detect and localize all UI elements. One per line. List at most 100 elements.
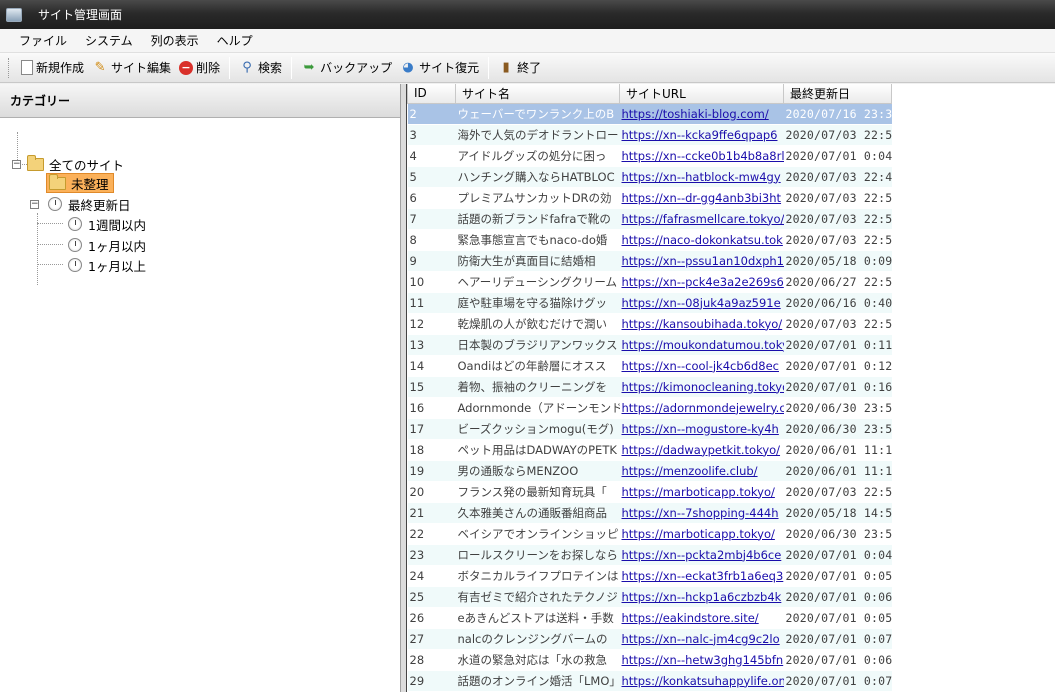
table-row[interactable]: 17 ビーズクッションmogu(モグ) https://xn--mogustore-… [407,418,892,440]
site-url-link[interactable]: https://xn--eckat3frb1a6eq3 [622,569,784,583]
site-url-link[interactable]: https://konkatsuhappylife.onl [622,674,784,688]
search-button[interactable]: ⚲ 検索 [235,57,286,79]
new-button[interactable]: 新規作成 [17,57,88,79]
site-url-link[interactable]: https://xn--pck4e3a2e269s6 [622,275,784,289]
site-url-link[interactable]: https://marboticapp.tokyo/ [622,527,775,541]
table-row[interactable]: 14 Oandiはどの年齢層にオスス https://xn--cool-jk4cb6… [407,355,892,377]
menu-system[interactable]: システム [76,32,142,49]
cell-id: 17 [407,418,456,440]
toolbar-grip[interactable] [8,57,11,78]
table-row[interactable]: 13 日本製のブラジリアンワックス https://moukondatumou.to… [407,334,892,356]
site-url-link[interactable]: https://xn--hetw3ghg145bfn [622,653,784,667]
column-header-site-url[interactable]: サイトURL [619,84,784,104]
table-row[interactable]: 28 水道の緊急対応は「水の救急 https://xn--hetw3ghg145bf… [407,649,892,671]
site-url-link[interactable]: https://marboticapp.tokyo/ [622,485,775,499]
tree-node-within-week[interactable]: 1週間以内 [68,214,146,234]
site-url-link[interactable]: https://menzoolife.club/ [622,464,758,478]
column-header-id[interactable]: ID [407,84,456,104]
exit-button[interactable]: ▮ 終了 [494,57,545,79]
tree-node-last-updated[interactable]: − 最終更新日 [30,194,131,214]
collapse-toggle[interactable]: − [30,199,39,209]
site-url-link[interactable]: https://xn--dr-gg4anb3bi3ht [622,191,782,205]
tree-node-all-sites[interactable]: − 全てのサイト [12,154,124,174]
table-row[interactable]: 4 アイドルグッズの処分に困っ https://xn--ccke0b1b4b8a8r… [407,145,892,167]
table-row[interactable]: 6 プレミアムサンカットDRの効 https://xn--dr-gg4anb3bi3… [407,187,892,209]
menu-help[interactable]: ヘルプ [208,32,262,49]
menu-columns[interactable]: 列の表示 [142,32,208,49]
search-button-label: 検索 [258,61,283,75]
site-url-link[interactable]: https://kimonocleaning.tokyo/ [622,380,784,394]
menu-file[interactable]: ファイル [10,32,76,49]
site-url-link[interactable]: https://xn--ccke0b1b4b8a8rl [622,149,784,163]
table-row[interactable]: 5 ハンチング購入ならHATBLOC https://xn--hatblock-mw… [407,166,892,188]
column-header-last-updated[interactable]: 最終更新日 [783,84,892,104]
site-url-link[interactable]: https://fafrasmellcare.tokyo/ [622,212,784,226]
cell-site-name: 緊急事態宣言でもnaco-do婚 [455,229,620,251]
site-url-link[interactable]: https://xn--7shopping-444h [622,506,779,520]
table-row[interactable]: 11 庭や駐車場を守る猫除けグッ https://xn--08juk4a9az591… [407,292,892,314]
cell-site-name: プレミアムサンカットDRの効 [455,187,620,209]
cell-last-updated: 2020/07/03 22:53 [783,208,892,230]
column-header-site-name[interactable]: サイト名 [455,84,620,104]
restore-site-button[interactable]: ◕ サイト復元 [396,57,483,79]
cell-last-updated: 2020/07/01 0:06 [783,649,892,671]
tree-connector [37,264,63,265]
table-row[interactable]: 10 ヘアーリデューシングクリーム https://xn--pck4e3a2e269… [407,271,892,293]
site-url-link[interactable]: https://xn--nalc-jm4cg9c2lo [622,632,780,646]
backup-button[interactable]: ➥ バックアップ [297,57,396,79]
site-url-link[interactable]: https://moukondatumou.toky [622,338,784,352]
table-row[interactable]: 29 話題のオンライン婚活「LMO」 https://konkatsuhappyli… [407,670,892,692]
cell-id: 18 [407,439,456,461]
clock-icon [68,238,82,252]
site-url-link[interactable]: https://xn--hckp1a6czbzb4k [622,590,782,604]
site-url-link[interactable]: https://xn--mogustore-ky4h [622,422,779,436]
cell-id: 19 [407,460,456,482]
cell-id: 15 [407,376,456,398]
delete-button[interactable]: − 削除 [175,57,224,79]
site-url-link[interactable]: https://xn--pssu1an10dxph1 [622,254,784,268]
table-row[interactable]: 19 男の通販ならMENZOO https://menzoolife.club/20… [407,460,892,482]
tree-node-unsorted[interactable]: 未整理 [46,173,114,193]
table-row[interactable]: 22 ベイシアでオンラインショッピ https://marboticapp.toky… [407,523,892,545]
table-row[interactable]: 20 フランス発の最新知育玩具「 https://marboticapp.tokyo… [407,481,892,503]
table-row[interactable]: 18 ペット用品はDADWAYのPETK https://dadwaypetkit.… [407,439,892,461]
table-row[interactable]: 15 着物、振袖のクリーニングを https://kimonocleaning.to… [407,376,892,398]
site-url-link[interactable]: https://eakindstore.site/ [622,611,759,625]
table-row[interactable]: 3 海外で人気のデオドラントロー https://xn--kcka9ffe6qpap… [407,124,892,146]
site-url-link[interactable]: https://kansoubihada.tokyo/ [622,317,783,331]
collapse-toggle[interactable]: − [12,159,21,169]
table-row[interactable]: 2 ウェーバーでワンランク上のB https://toshiaki-blog.com… [407,103,892,125]
cell-site-name: ペット用品はDADWAYのPETK [455,439,620,461]
table-row[interactable]: 12 乾燥肌の人が飲むだけで潤い https://kansoubihada.toky… [407,313,892,335]
site-url-link[interactable]: https://toshiaki-blog.com/ [622,107,769,121]
tree-node-over-month[interactable]: 1ヶ月以上 [68,255,146,275]
site-url-link[interactable]: https://dadwaypetkit.tokyo/ [622,443,781,457]
table-row[interactable]: 26 eあきんどストアは送料・手数 https://eakindstore.site… [407,607,892,629]
table-row[interactable]: 24 ボタニカルライフプロテインは https://xn--eckat3frb1a6… [407,565,892,587]
tree-selection[interactable]: 未整理 [46,173,114,193]
tree-node-within-month[interactable]: 1ヶ月以内 [68,235,146,255]
table-row[interactable]: 9 防衛大生が真面目に結婚相 https://xn--pssu1an10dxph1 2… [407,250,892,272]
edit-site-button-label: サイト編集 [111,61,172,75]
table-row[interactable]: 21 久本雅美さんの通販番組商品 https://xn--7shopping-444… [407,502,892,524]
edit-site-button[interactable]: ✎ サイト編集 [88,57,175,79]
cell-last-updated: 2020/06/30 23:59 [783,418,892,440]
site-table: ID サイト名 サイトURL 最終更新日 2 ウェーバーでワンランク上のB http… [407,84,892,692]
site-url-link[interactable]: https://naco-dokonkatsu.tok [622,233,783,247]
table-row[interactable]: 25 有吉ゼミで紹介されたテクノジ https://xn--hckp1a6czbzb… [407,586,892,608]
category-pane: カテゴリー − 全てのサイト 未整理 − 最終更新日 1週間以内 1ヶ月以内 1… [0,84,401,692]
cell-site-name: ボタニカルライフプロテインは [455,565,620,587]
cell-id: 2 [407,103,456,125]
table-row[interactable]: 23 ロールスクリーンをお探しなら https://xn--pckta2mbj4b6… [407,544,892,566]
site-url-link[interactable]: https://xn--cool-jk4cb6d8ec [622,359,779,373]
site-url-link[interactable]: https://xn--08juk4a9az591e [622,296,781,310]
table-row[interactable]: 7 話題の新ブランドfafraで靴の https://fafrasmellcare.… [407,208,892,230]
table-row[interactable]: 16 Adornmonde（アドーンモンド） https://adornmondej… [407,397,892,419]
table-row[interactable]: 8 緊急事態宣言でもnaco-do婚 https://naco-dokonkatsu… [407,229,892,251]
table-row[interactable]: 27 nalcのクレンジングバームの https://xn--nalc-jm4cg9… [407,628,892,650]
site-url-link[interactable]: https://xn--pckta2mbj4b6ce [622,548,782,562]
cell-site-url: https://fafrasmellcare.tokyo/ [619,208,784,230]
site-url-link[interactable]: https://adornmondejewelry.cl [622,401,784,415]
site-url-link[interactable]: https://xn--hatblock-mw4gy [622,170,781,184]
site-url-link[interactable]: https://xn--kcka9ffe6qpap6 [622,128,778,142]
